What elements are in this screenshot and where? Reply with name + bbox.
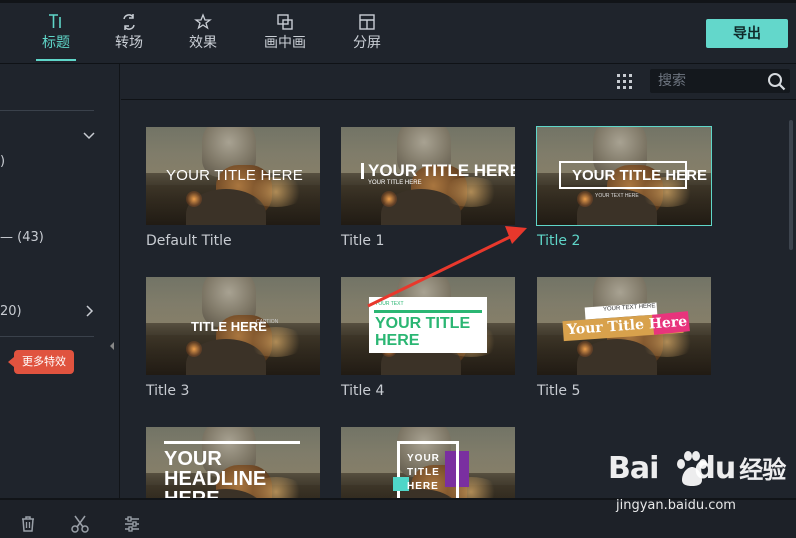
title-thumbnail: YOUR TEXT HERE Your Title Here <box>537 277 711 375</box>
title-thumbnail: YOUR HEADLINE HERE <box>146 427 320 498</box>
search-icon[interactable] <box>767 72 786 91</box>
top-toolbar: 标题 转场 效果 画中画 分屏 导出 <box>0 0 796 64</box>
tab-picture-in-picture[interactable]: 画中画 <box>255 12 315 60</box>
title-thumbnail: YOUR TITLE HERE YOUR TITLE HERE <box>341 127 515 225</box>
active-tab-indicator <box>36 59 76 61</box>
sidebar-item-category[interactable]: — (43) <box>0 230 44 245</box>
delete-icon[interactable] <box>18 514 38 534</box>
title-card-label: Title 2 <box>537 233 581 249</box>
thumbnail-subtext: YOUR TEXT HERE <box>595 193 639 199</box>
library-header <box>121 64 796 100</box>
title-card[interactable]: YOUR HEADLINE HERE <box>146 427 320 498</box>
thumbnail-text: YOUR TITLE HERE <box>166 167 303 184</box>
title-thumbnail: YOUR TITLE HERE YOUR TEXT HERE <box>536 126 712 226</box>
sidebar-item-category[interactable]: 20) <box>0 304 22 319</box>
title-thumbnail: YOUR TEXT YOUR TITLE HERE <box>341 277 515 375</box>
watermark-url: jingyan.baidu.com <box>616 498 736 513</box>
cut-icon[interactable] <box>70 514 90 534</box>
export-button[interactable]: 导出 <box>706 19 788 48</box>
baidu-watermark: Bai du 经验 jingyan.baidu.com <box>608 450 788 530</box>
title-accent-bar <box>164 441 300 444</box>
title-icon <box>26 12 86 32</box>
thumbnail-text: HERE <box>375 332 420 349</box>
title-card-label: Title 5 <box>537 383 581 399</box>
transition-icon <box>99 12 159 32</box>
thumbnail-text: YOUR TITLE <box>375 315 471 332</box>
thumbnail-text: HERE <box>407 481 439 492</box>
split-screen-icon <box>337 12 397 32</box>
tab-titles[interactable]: 标题 <box>26 12 86 60</box>
search-box <box>650 69 790 93</box>
thumbnail-subtext: CAPTION <box>256 319 279 325</box>
grid-view-icon[interactable] <box>616 73 633 90</box>
picture-in-picture-icon <box>255 12 315 32</box>
thumbnail-text: YOUR <box>407 453 440 464</box>
tab-label: 分屏 <box>353 35 381 51</box>
tab-split-screen[interactable]: 分屏 <box>337 12 397 60</box>
thumbnail-subtext: YOUR TITLE HERE <box>368 180 422 186</box>
sidebar-item-partial[interactable]: ) <box>0 154 5 169</box>
title-card-label: Title 3 <box>146 383 190 399</box>
effects-icon <box>173 12 233 32</box>
tab-label: 效果 <box>189 35 217 51</box>
more-effects-button[interactable]: 更多特效 <box>8 350 74 374</box>
chevron-down-icon[interactable] <box>82 128 96 146</box>
thumbnail-text: YOUR TITLE HERE <box>361 162 515 179</box>
collapse-panel-icon[interactable] <box>109 340 115 352</box>
title-thumbnail: YOUR TITLE HERE <box>341 427 515 498</box>
title-card-label: Title 4 <box>341 383 385 399</box>
chevron-right-icon[interactable] <box>82 304 96 322</box>
window-top-edge <box>0 0 796 3</box>
search-input[interactable] <box>650 69 762 93</box>
thumbnail-text: YOUR <box>164 448 222 470</box>
title-thumbnail: YOUR TITLE HERE <box>146 127 320 225</box>
title-card-label: Default Title <box>146 233 232 249</box>
tab-transitions[interactable]: 转场 <box>99 12 159 60</box>
title-thumbnail: TITLE HERE CAPTION <box>146 277 320 375</box>
tab-label: 转场 <box>115 35 143 51</box>
adjust-icon[interactable] <box>122 514 142 534</box>
paw-logo-icon <box>677 451 707 486</box>
thumbnail-text: HEADLINE <box>164 468 267 490</box>
thumbnail-text: HERE <box>164 489 220 498</box>
tab-label: 画中画 <box>264 35 306 51</box>
library-scrollbar[interactable] <box>789 120 793 250</box>
title-card[interactable]: YOUR TITLE HERE <box>341 427 515 498</box>
thumbnail-text: YOUR TITLE HERE <box>572 167 708 184</box>
category-sidebar: ) — (43) 20) <box>0 64 120 498</box>
sidebar-divider <box>0 110 94 111</box>
tab-effects[interactable]: 效果 <box>173 12 233 60</box>
thumbnail-text: TITLE <box>407 467 440 478</box>
sidebar-divider <box>0 336 94 337</box>
title-library: YOUR TITLE HERE Default Title YOUR TITLE… <box>121 64 796 498</box>
title-card-label: Title 1 <box>341 233 385 249</box>
tab-label: 标题 <box>42 35 70 51</box>
thumbnail-subtext: YOUR TEXT <box>375 301 404 307</box>
title-accent-bar <box>374 310 482 313</box>
